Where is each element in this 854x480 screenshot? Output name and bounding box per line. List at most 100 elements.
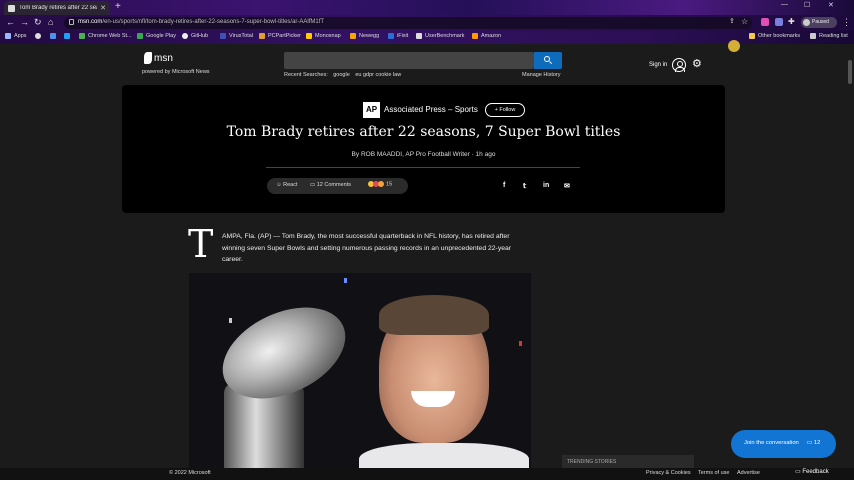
ifixit-icon xyxy=(388,33,394,39)
google-icon xyxy=(50,33,56,39)
bookmark-icon-only[interactable] xyxy=(35,33,44,39)
mouse-cursor xyxy=(728,40,740,52)
url-host: msn.com xyxy=(78,19,103,25)
tab-favicon-icon xyxy=(8,4,15,12)
menu-kebab-icon[interactable]: ⋮ xyxy=(842,17,851,28)
react-button[interactable]: ☺ React xyxy=(276,182,298,188)
sign-in-link[interactable]: Sign in xyxy=(649,62,667,68)
bookmark-userbenchmark[interactable]: UserBenchmark xyxy=(416,33,464,39)
url-input[interactable]: msn.com/en-us/sports/nfl/tom-brady-retir… xyxy=(64,17,752,29)
bookmark-icon-only[interactable] xyxy=(50,33,59,39)
scrollbar-thumb[interactable] xyxy=(848,60,852,84)
gear-icon[interactable]: ⚙ xyxy=(692,59,702,70)
confetti xyxy=(519,341,522,346)
bookmark-ifixit[interactable]: iFixit xyxy=(388,33,408,39)
recent-search-item[interactable]: google xyxy=(333,72,350,78)
drop-cap: T xyxy=(188,222,214,266)
email-icon[interactable]: ✉ xyxy=(564,182,570,190)
extension-icon[interactable] xyxy=(775,18,783,26)
chrome-icon xyxy=(35,33,41,39)
forward-icon[interactable]: → xyxy=(20,17,29,27)
bookmark-chrome-web-store[interactable]: Chrome Web St... xyxy=(79,33,132,39)
footer: © 2022 Microsoft Privacy & Cookies Terms… xyxy=(0,468,854,480)
comments-button[interactable]: ▭ 12 Comments xyxy=(310,182,351,188)
browser-tab[interactable]: Tom Brady retires after 22 seasons, 7...… xyxy=(4,1,110,15)
react-icon: ☺ xyxy=(276,182,282,188)
browser-title-bar: Tom Brady retires after 22 seasons, 7...… xyxy=(0,0,854,15)
source-name[interactable]: Associated Press – Sports xyxy=(384,105,478,114)
twitter-icon[interactable]: 𝕥 xyxy=(523,182,526,190)
bookmark-virustotal[interactable]: VirusTotal xyxy=(220,33,253,39)
bookmark-github[interactable]: GitHub xyxy=(182,33,208,39)
join-conversation-button[interactable]: Join the conversation ▭ 12 xyxy=(731,430,836,458)
home-icon[interactable]: ⌂ xyxy=(48,17,53,27)
privacy-link[interactable]: Privacy & Cookies xyxy=(646,470,691,476)
bookmark-amazon[interactable]: Amazon xyxy=(472,33,501,39)
article-headline: Tom Brady retires after 22 seasons, 7 Su… xyxy=(226,124,621,140)
manage-history-link[interactable]: Manage History xyxy=(522,72,561,78)
article-photo[interactable] xyxy=(189,273,531,468)
reload-icon[interactable]: ↻ xyxy=(34,17,42,28)
minimize-window-icon[interactable]: — xyxy=(781,1,788,8)
bookmark-other[interactable]: Other bookmarks xyxy=(749,33,800,39)
terms-link[interactable]: Terms of use xyxy=(698,470,729,476)
feedback-icon: ▭ xyxy=(795,469,801,475)
follow-button[interactable]: + Follow xyxy=(485,103,525,117)
linkedin-icon[interactable]: in xyxy=(543,182,549,189)
close-window-icon[interactable]: ✕ xyxy=(828,1,834,9)
pcpartpicker-icon xyxy=(259,33,265,39)
feedback-button[interactable]: ▭ Feedback xyxy=(795,468,829,475)
bookmark-pcpartpicker[interactable]: PCPartPicker xyxy=(259,33,301,39)
bookmark-newegg[interactable]: Newegg xyxy=(350,33,379,39)
bookmark-star-icon[interactable]: ☆ xyxy=(741,17,748,26)
amazon-icon xyxy=(472,33,478,39)
profile-status: Paused xyxy=(812,19,829,25)
article-byline: By ROB MAADDI, AP Pro Football Writer · … xyxy=(351,151,496,158)
user-icon[interactable] xyxy=(672,58,686,72)
confetti xyxy=(229,318,232,323)
trending-stories[interactable]: TRENDING STORIES xyxy=(562,455,694,468)
lock-icon xyxy=(69,19,74,25)
facebook-icon[interactable]: f xyxy=(503,182,505,189)
profile-button[interactable]: Paused xyxy=(801,17,837,28)
photo-shoulders xyxy=(359,443,529,468)
reading-list-icon xyxy=(810,33,816,39)
twitter-icon xyxy=(64,33,70,39)
scrollbar[interactable] xyxy=(846,44,854,468)
virustotal-icon xyxy=(220,33,226,39)
share-page-icon[interactable]: ⇪ xyxy=(729,17,735,25)
logo-text: msn xyxy=(154,52,173,64)
maximize-window-icon[interactable]: ☐ xyxy=(804,1,810,9)
bookmark-google-play[interactable]: Google Play xyxy=(137,33,176,39)
advertise-link[interactable]: Advertise xyxy=(737,470,760,476)
bookmark-apps[interactable]: Apps xyxy=(5,33,27,39)
search-input[interactable] xyxy=(284,52,534,69)
new-tab-button[interactable]: + xyxy=(115,1,121,12)
address-bar-row: ← → ↻ ⌂ msn.com/en-us/sports/nfl/tom-bra… xyxy=(0,15,854,31)
photo-hair xyxy=(379,295,489,335)
article-body: AMPA, Fla. (AP) — Tom Brady, the most su… xyxy=(222,233,512,263)
source-logo[interactable]: AP xyxy=(363,102,380,118)
tab-title: Tom Brady retires after 22 seasons, 7... xyxy=(19,5,97,11)
extension-icon[interactable] xyxy=(761,18,769,26)
extensions-puzzle-icon[interactable]: ✚ xyxy=(788,17,795,26)
reaction-summary[interactable]: 15 xyxy=(368,181,392,187)
chrome-web-store-icon xyxy=(79,33,85,39)
folder-icon xyxy=(749,33,755,39)
reading-list-button[interactable]: Reading list xyxy=(810,33,848,39)
comment-icon: ▭ xyxy=(310,182,316,188)
wow-emoji-icon xyxy=(378,181,384,187)
userbenchmark-icon xyxy=(416,33,422,39)
bookmark-icon-only[interactable] xyxy=(64,33,73,39)
monosnap-icon xyxy=(306,33,312,39)
close-tab-icon[interactable]: ✕ xyxy=(100,4,106,12)
avatar xyxy=(803,19,810,26)
apps-grid-icon xyxy=(5,33,11,39)
reaction-count: 15 xyxy=(386,181,393,188)
msn-logo[interactable]: msn xyxy=(144,52,173,64)
back-icon[interactable]: ← xyxy=(6,17,15,27)
search-button[interactable] xyxy=(534,52,562,69)
bookmark-monosnap[interactable]: Monosnap xyxy=(306,33,341,39)
recent-search-item[interactable]: eu gdpr cookie law xyxy=(355,72,401,78)
butterfly-icon xyxy=(144,52,152,64)
